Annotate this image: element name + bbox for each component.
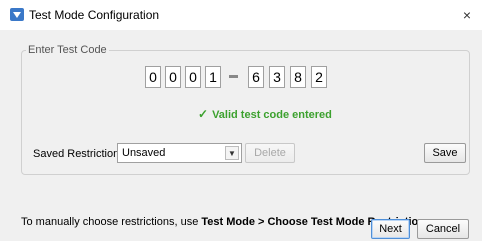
code-digit-4[interactable]: 1 [205, 66, 221, 88]
code-digit-3[interactable]: 0 [185, 66, 201, 88]
code-digit-2[interactable]: 0 [165, 66, 181, 88]
checkmark-icon: ✓ [198, 107, 209, 121]
save-button[interactable]: Save [424, 143, 466, 163]
saved-restrictions-label: Saved Restrictions [33, 148, 125, 160]
saved-restrictions-dropdown[interactable]: Unsaved ▼ [117, 143, 242, 163]
code-separator [229, 75, 238, 78]
hint-text: To manually choose restrictions, use [21, 216, 202, 228]
close-button[interactable]: × [452, 0, 482, 30]
saved-restrictions-value: Unsaved [122, 147, 166, 159]
delete-button[interactable]: Delete [245, 143, 295, 163]
enter-test-code-legend: Enter Test Code [28, 44, 107, 56]
code-digit-6[interactable]: 3 [269, 66, 285, 88]
cancel-button[interactable]: Cancel [417, 219, 469, 239]
test-mode-app-icon [10, 8, 24, 21]
code-digit-1[interactable]: 0 [145, 66, 161, 88]
code-digit-8[interactable]: 2 [311, 66, 327, 88]
test-mode-dialog: Test Mode Configuration × Enter Test Cod… [0, 0, 482, 241]
chevron-down-icon[interactable]: ▼ [225, 146, 239, 160]
title-bar: Test Mode Configuration × [0, 0, 482, 30]
code-digit-5[interactable]: 6 [248, 66, 264, 88]
dialog-body: Enter Test Code 0 0 0 1 6 3 8 2 ✓ Valid t… [0, 30, 482, 241]
window-title: Test Mode Configuration [29, 8, 160, 22]
close-icon: × [462, 7, 472, 23]
validation-status: ✓ Valid test code entered [198, 107, 332, 121]
next-button[interactable]: Next [371, 219, 410, 239]
code-digit-7[interactable]: 8 [290, 66, 306, 88]
validation-message: Valid test code entered [212, 109, 332, 121]
